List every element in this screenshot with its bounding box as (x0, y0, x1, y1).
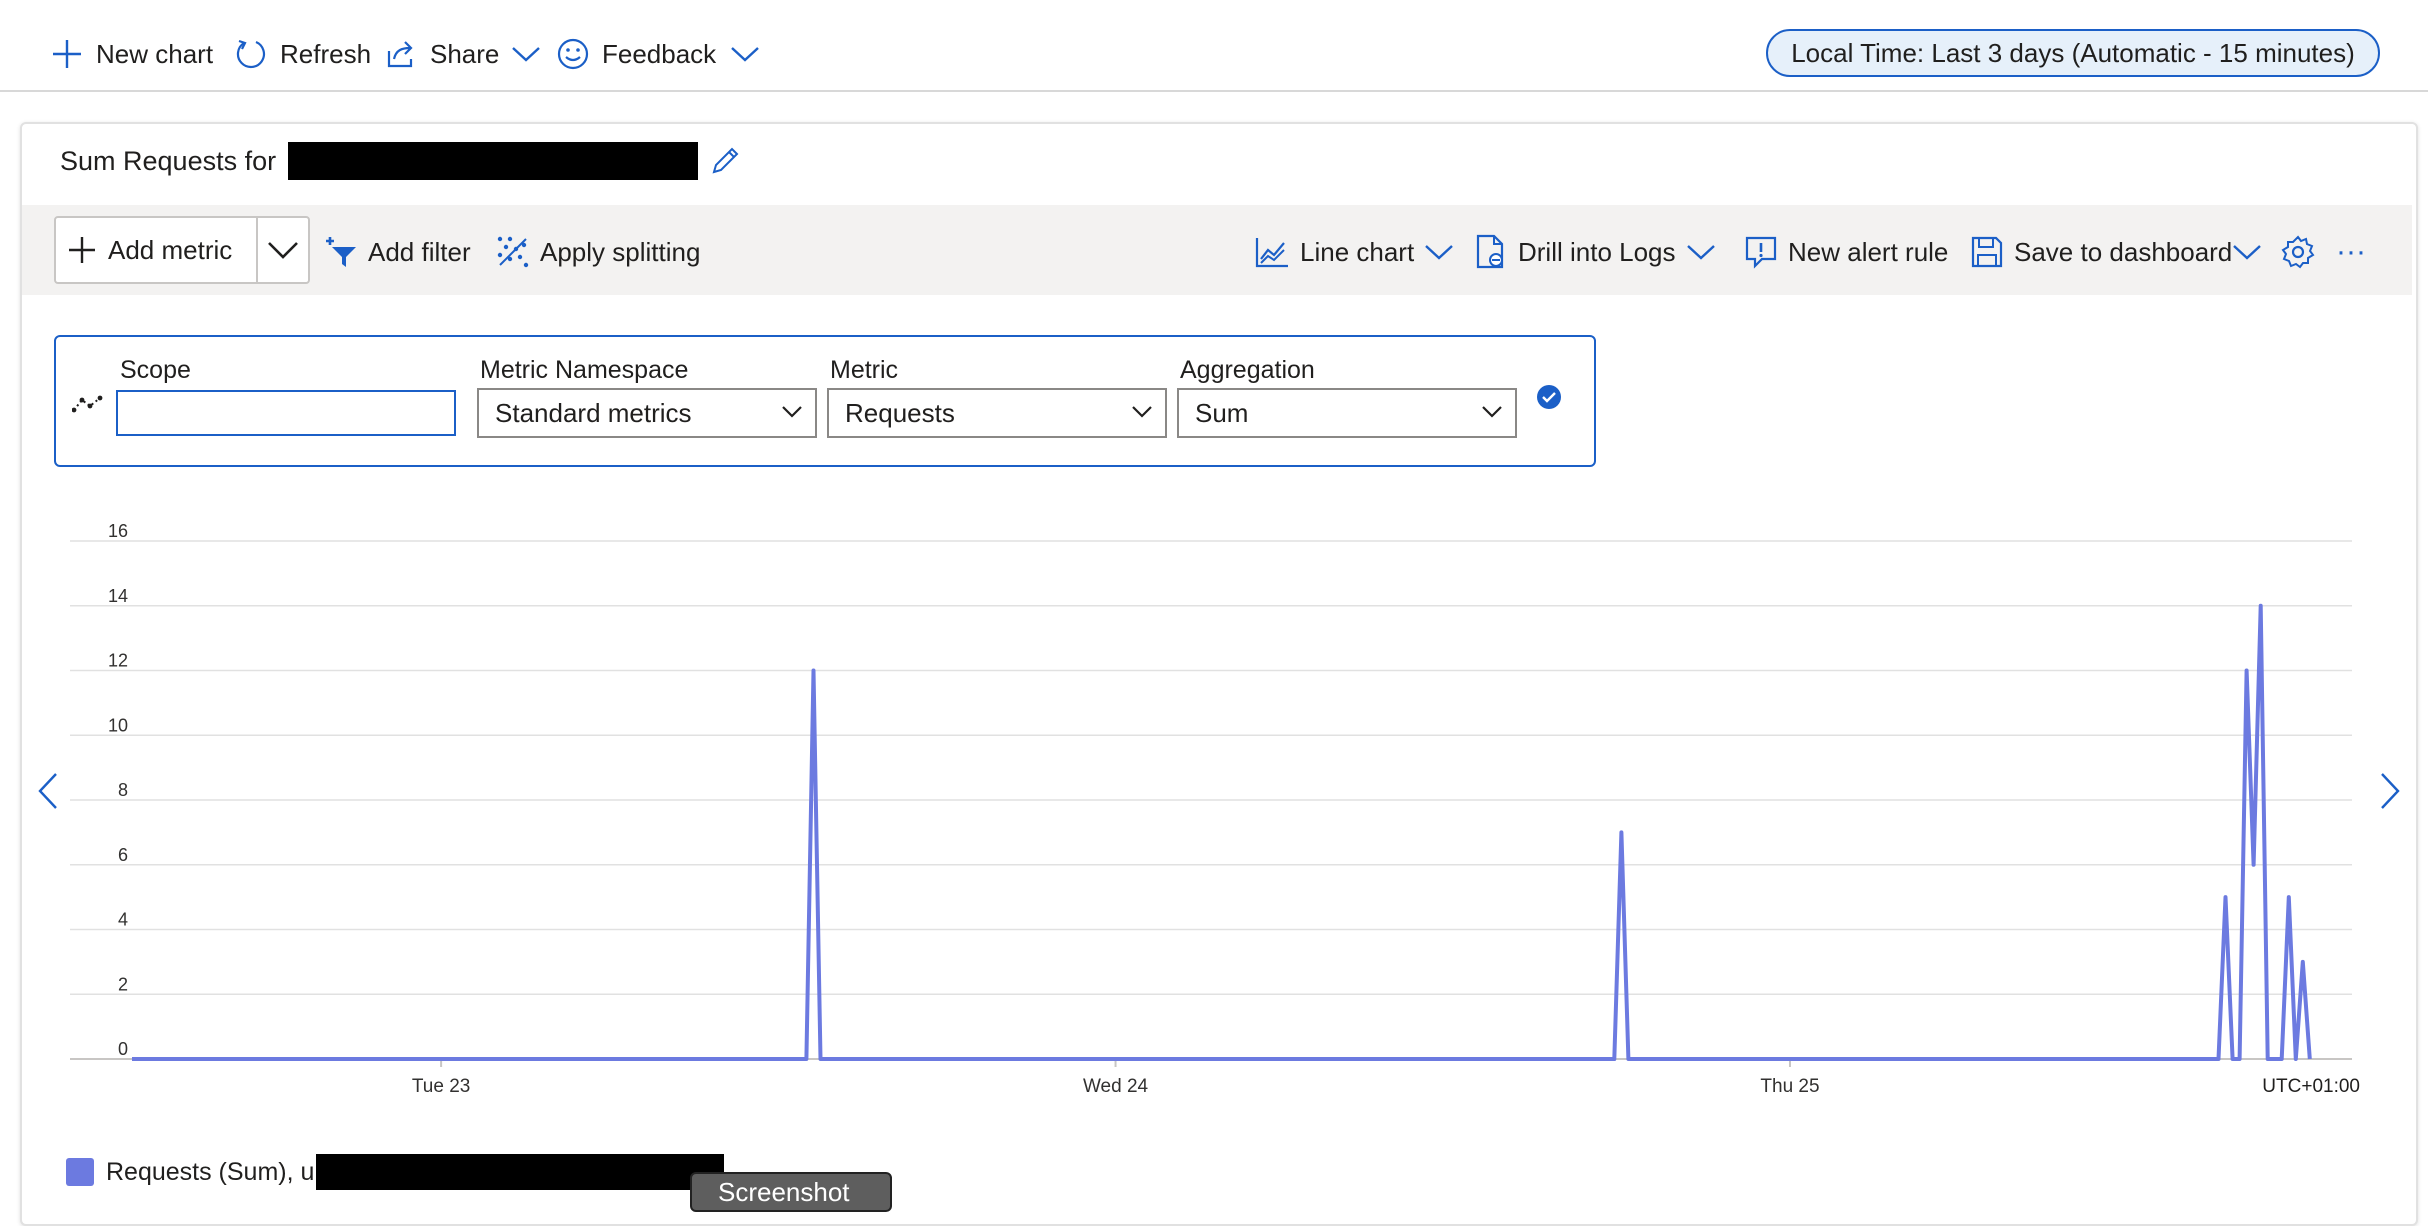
x-tick-label: Tue 23 (412, 1076, 470, 1097)
refresh-label: Refresh (280, 39, 371, 70)
y-tick-label: 10 (108, 715, 128, 735)
redacted-resource-name (288, 142, 698, 180)
chevron-down-icon (2232, 242, 2262, 262)
share-label: Share (430, 39, 499, 70)
metric-namespace-dropdown[interactable]: Standard metrics (477, 388, 817, 438)
confirm-check-icon[interactable] (1536, 384, 1562, 410)
save-to-dashboard-button[interactable]: Save to dashboard (1970, 232, 2262, 272)
save-to-dashboard-label: Save to dashboard (2014, 237, 2232, 268)
splitting-icon (496, 235, 530, 269)
add-metric-button[interactable]: Add metric (56, 218, 256, 282)
new-chart-button[interactable]: New chart (50, 34, 213, 74)
chevron-down-icon (1131, 404, 1153, 420)
plus-icon (50, 37, 84, 71)
chevron-down-icon (1686, 242, 1716, 262)
y-tick-label: 0 (118, 1039, 128, 1059)
line-chart: 0 2 4 6 8 10 12 14 16 Tue 23 Wed 24 Thu 25 UTC+01:… (0, 500, 2428, 1100)
y-tick-label: 12 (108, 651, 128, 671)
screenshot-tooltip: Screenshot (690, 1172, 892, 1212)
chevron-down-icon[interactable] (511, 44, 541, 64)
add-filter-icon (324, 235, 358, 269)
metric-namespace-label: Metric Namespace (480, 356, 688, 385)
redacted-resource-name (316, 1154, 724, 1190)
line-chart-button[interactable]: Line chart (1254, 232, 1454, 272)
share-button[interactable]: Share (384, 34, 541, 74)
chevron-left-icon[interactable] (36, 772, 60, 810)
drill-into-logs-button[interactable]: Drill into Logs (1474, 232, 1716, 272)
legend-swatch (66, 1158, 94, 1186)
chart-title-prefix: Sum Requests for (60, 146, 276, 177)
feedback-label: Feedback (602, 39, 716, 70)
aggregation-dropdown[interactable]: Sum (1177, 388, 1517, 438)
chart-series (132, 606, 2310, 1059)
save-icon (1970, 235, 2004, 269)
chart-gridlines (70, 541, 2352, 1059)
chart-settings-button[interactable] (2280, 232, 2316, 272)
x-tick-label: Wed 24 (1083, 1076, 1149, 1097)
new-alert-rule-button[interactable]: New alert rule (1744, 232, 1948, 272)
chart-title: Sum Requests for (60, 142, 742, 180)
add-metric-dropdown[interactable] (258, 218, 308, 282)
new-alert-rule-label: New alert rule (1788, 237, 1948, 268)
y-tick-label: 4 (118, 910, 128, 930)
x-tick-label: Thu 25 (1760, 1076, 1819, 1097)
chevron-right-icon[interactable] (2378, 772, 2402, 810)
chart-x-tick-labels: Tue 23 Wed 24 Thu 25 (412, 1059, 1820, 1097)
metric-label: Metric (830, 356, 898, 385)
chart-y-tick-labels: 0 2 4 6 8 10 12 14 16 (108, 521, 128, 1059)
gear-icon (2280, 234, 2316, 270)
y-tick-label: 16 (108, 521, 128, 541)
time-range-picker[interactable]: Local Time: Last 3 days (Automatic - 15 … (1766, 29, 2380, 77)
share-icon (384, 37, 418, 71)
logs-document-icon (1474, 234, 1508, 270)
metric-value: Requests (845, 398, 955, 429)
add-metric-label: Add metric (108, 235, 232, 266)
pencil-edit-icon[interactable] (708, 144, 742, 178)
refresh-button[interactable]: Refresh (234, 34, 371, 74)
plus-icon (66, 234, 98, 266)
top-command-bar: New chart Refresh Share Feedback Local T… (0, 0, 2428, 92)
add-metric-split-button[interactable]: Add metric (54, 216, 310, 284)
line-chart-label: Line chart (1300, 237, 1414, 268)
chevron-down-icon[interactable] (730, 44, 760, 64)
apply-splitting-label: Apply splitting (540, 237, 700, 268)
smiley-icon (556, 37, 590, 71)
y-tick-label: 6 (118, 845, 128, 865)
timezone-label: UTC+01:00 (2262, 1076, 2360, 1097)
chevron-down-icon (267, 240, 299, 260)
series-line[interactable] (132, 606, 2310, 1059)
add-filter-label: Add filter (368, 237, 471, 268)
y-tick-label: 2 (118, 974, 128, 994)
line-chart-icon (1254, 235, 1290, 269)
apply-splitting-button[interactable]: Apply splitting (496, 232, 700, 272)
scope-label: Scope (120, 356, 191, 385)
y-tick-label: 14 (108, 586, 128, 606)
refresh-icon (234, 37, 268, 71)
chevron-down-icon (1424, 242, 1454, 262)
feedback-button[interactable]: Feedback (556, 34, 760, 74)
scope-input[interactable] (116, 390, 456, 436)
more-options-button[interactable]: ··· (2336, 232, 2366, 272)
add-filter-button[interactable]: Add filter (324, 232, 471, 272)
alert-icon (1744, 235, 1778, 269)
y-tick-label: 8 (118, 780, 128, 800)
chevron-down-icon (1481, 404, 1503, 420)
drill-into-logs-label: Drill into Logs (1518, 237, 1676, 268)
new-chart-label: New chart (96, 39, 213, 70)
chevron-down-icon (781, 404, 803, 420)
aggregation-label: Aggregation (1180, 356, 1315, 385)
metric-namespace-value: Standard metrics (495, 398, 692, 429)
aggregation-value: Sum (1195, 398, 1248, 429)
metric-dropdown[interactable]: Requests (827, 388, 1167, 438)
metric-line-icon (72, 392, 104, 416)
legend-series-name: Requests (Sum), u (106, 1158, 314, 1187)
chart-legend[interactable]: Requests (Sum), u (66, 1154, 724, 1190)
